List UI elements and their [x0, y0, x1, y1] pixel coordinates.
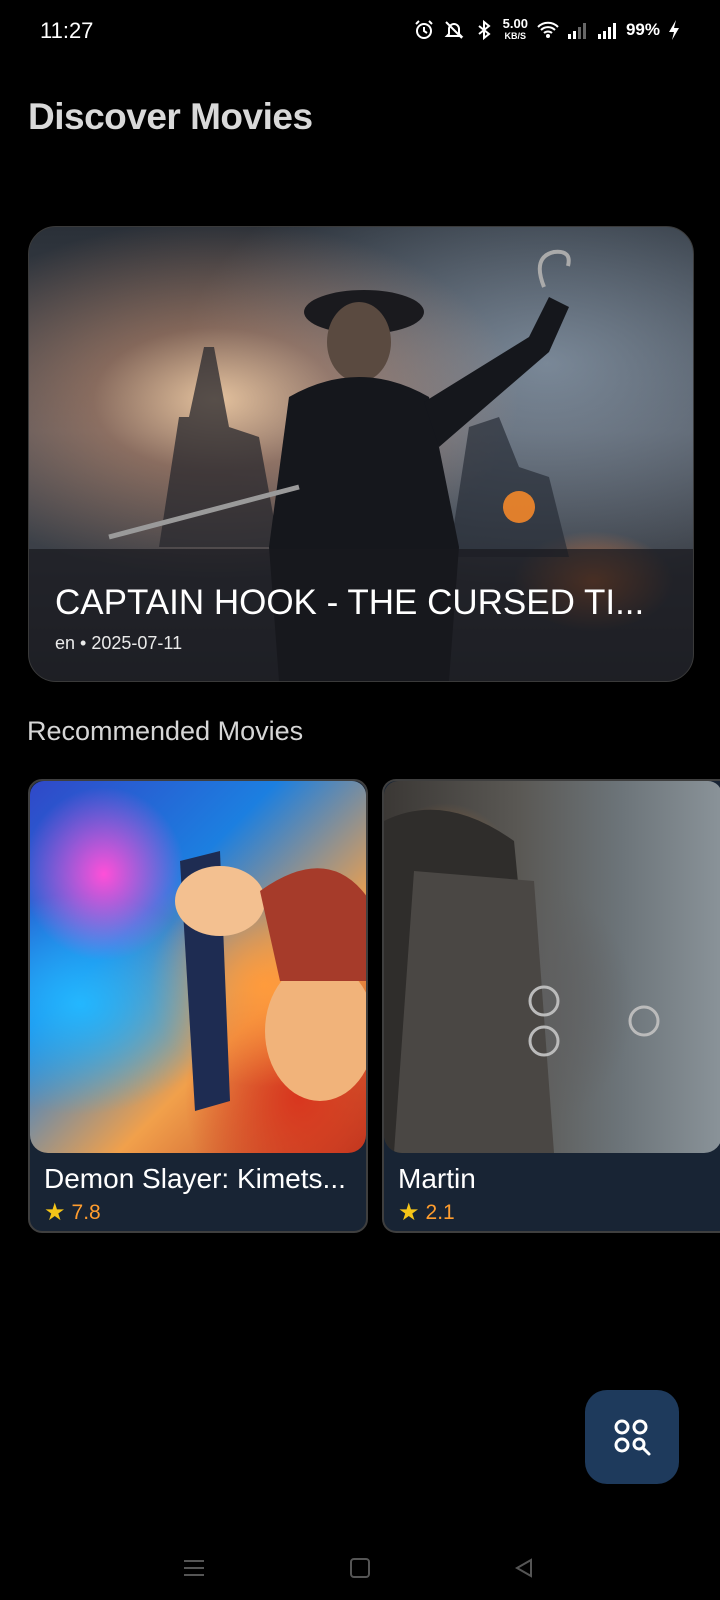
bluetooth-icon	[473, 19, 495, 41]
movie-title: Martin	[398, 1163, 476, 1194]
movie-card[interactable]: Demon Slayer: Kimets... ★ 7.8	[28, 779, 368, 1233]
movie-rating: ★ 7.8	[44, 1201, 101, 1225]
silent-icon	[443, 19, 465, 41]
featured-language: en	[55, 633, 76, 653]
signal-icon	[596, 19, 618, 41]
featured-meta: en • 2025-07-11	[55, 633, 182, 654]
featured-title: CAPTAIN HOOK - THE CURSED TI...	[55, 583, 645, 622]
meta-separator: •	[80, 633, 87, 653]
menu-icon[interactable]	[178, 1552, 210, 1584]
recommended-section-title: Recommended Movies	[27, 716, 304, 746]
page-title: Discover Movies	[28, 96, 313, 137]
charging-icon	[668, 19, 680, 41]
rating-value: 7.8	[71, 1201, 101, 1224]
star-icon: ★	[398, 1199, 420, 1226]
status-time: 11:27	[40, 18, 94, 43]
system-nav-bar	[0, 1540, 720, 1600]
status-icons: 5.00 KB/S 99%	[413, 16, 680, 42]
featured-release-date: 2025-07-11	[91, 633, 183, 653]
movie-title: Demon Slayer: Kimets...	[44, 1163, 346, 1194]
movie-card[interactable]: Martin ★ 2.1	[382, 779, 720, 1233]
home-icon[interactable]	[344, 1552, 376, 1584]
wifi-icon	[536, 19, 559, 41]
rating-value: 2.1	[425, 1201, 455, 1224]
category-search-button[interactable]	[585, 1390, 679, 1484]
signal-icon	[566, 19, 588, 41]
battery-level: 99%	[625, 20, 660, 39]
back-icon[interactable]	[508, 1552, 540, 1584]
alarm-icon	[413, 19, 435, 41]
categories-search-icon	[614, 1419, 651, 1456]
movie-rating: ★ 2.1	[398, 1201, 455, 1225]
status-bar: 11:27 5.00 KB/S 99%	[0, 0, 720, 64]
star-icon: ★	[44, 1199, 66, 1226]
movie-poster-image	[384, 781, 720, 1153]
net-speed: 5.00 KB/S	[502, 16, 528, 41]
movie-poster-image	[30, 781, 366, 1153]
featured-movie-card[interactable]: CAPTAIN HOOK - THE CURSED TI... en • 202…	[28, 226, 694, 682]
